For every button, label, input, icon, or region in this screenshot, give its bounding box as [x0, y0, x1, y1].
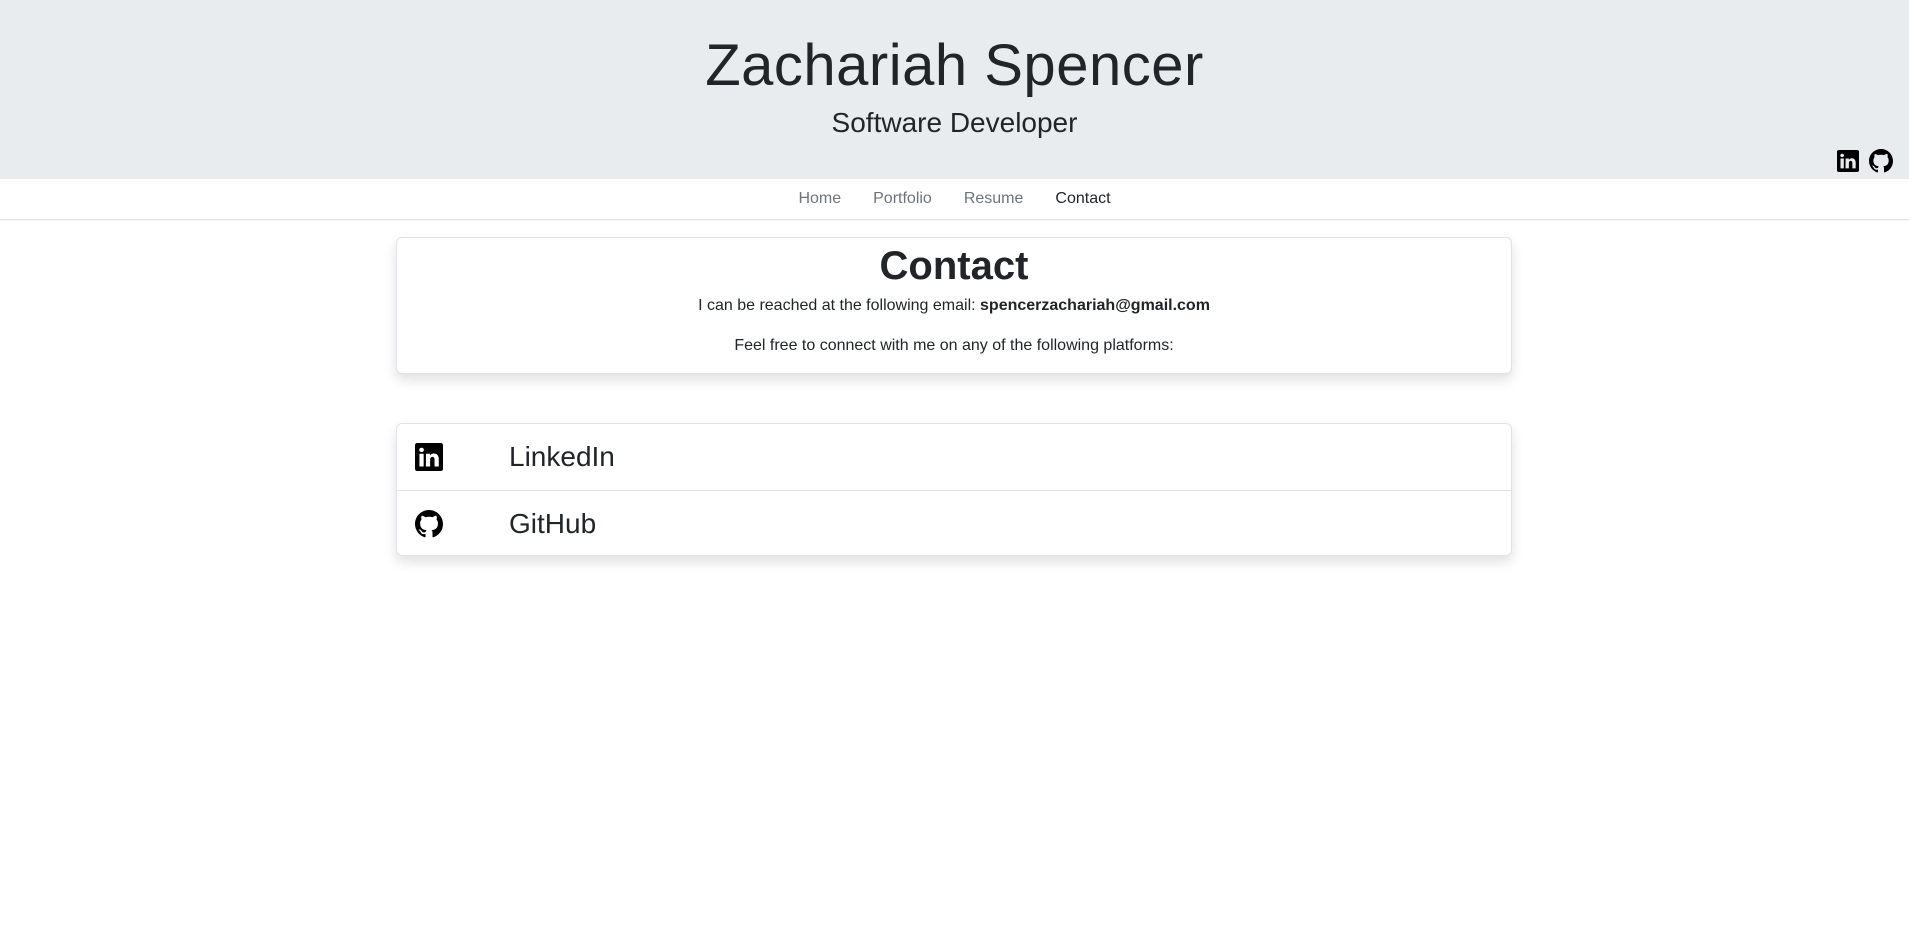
header-social-links [1837, 149, 1893, 173]
site-owner-role: Software Developer [831, 107, 1078, 138]
github-link-row[interactable]: GitHub [397, 490, 1511, 556]
main-nav: Home Portfolio Resume Contact [0, 179, 1909, 220]
email-line: I can be reached at the following email:… [397, 296, 1511, 316]
email-address: spencerzachariah@gmail.com [980, 297, 1210, 314]
contact-title: Contact [879, 244, 1029, 288]
site-header: Zachariah Spencer Software Developer [0, 0, 1909, 179]
nav-home[interactable]: Home [782, 190, 857, 208]
email-prefix: I can be reached at the following email: [698, 297, 981, 314]
platforms-text: Feel free to connect with me on any of t… [734, 337, 1174, 354]
github-label: GitHub [509, 507, 597, 539]
linkedin-label: LinkedIn [509, 441, 615, 472]
social-links-list: LinkedIn GitHub [396, 423, 1512, 556]
github-icon [415, 509, 443, 538]
github-icon[interactable] [1869, 149, 1893, 173]
nav-resume[interactable]: Resume [948, 190, 1040, 208]
linkedin-icon[interactable] [1837, 150, 1859, 172]
site-owner-name: Zachariah Spencer [705, 33, 1204, 98]
linkedin-icon [415, 443, 443, 471]
linkedin-link-row[interactable]: LinkedIn [397, 424, 1511, 490]
nav-portfolio[interactable]: Portfolio [857, 190, 948, 208]
nav-contact[interactable]: Contact [1039, 190, 1126, 208]
contact-card: Contact I can be reached at the followin… [396, 237, 1512, 374]
